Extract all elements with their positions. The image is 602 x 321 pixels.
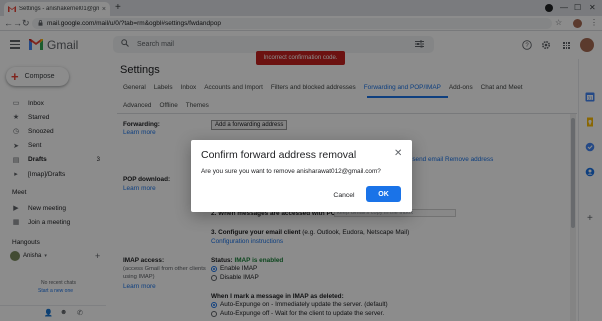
dialog-title: Confirm forward address removal: [201, 149, 357, 161]
close-icon[interactable]: ✕: [394, 148, 402, 159]
cancel-button[interactable]: Cancel: [330, 188, 358, 202]
dialog-message: Are you sure you want to remove anishara…: [201, 168, 381, 175]
confirm-dialog: Confirm forward address removal ✕ Are yo…: [191, 140, 412, 212]
ok-button[interactable]: OK: [366, 186, 401, 202]
